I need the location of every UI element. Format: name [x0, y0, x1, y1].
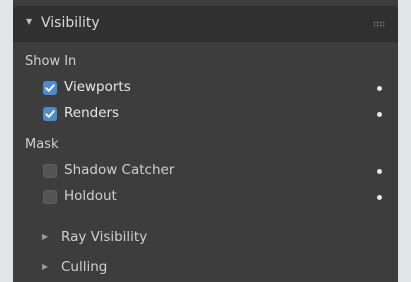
viewports-label: Viewports	[64, 79, 131, 95]
ray-visibility-subpanel[interactable]: ▶ Ray Visibility	[42, 229, 292, 249]
expand-arrow-icon[interactable]: ▶	[42, 232, 48, 241]
renders-label: Renders	[64, 105, 120, 121]
panel-header[interactable]: ▼ Visibility	[13, 6, 398, 42]
visibility-panel: ▼ Visibility Show In Viewports Renders M…	[13, 0, 398, 282]
keyframe-dot-icon[interactable]	[377, 195, 382, 200]
expand-arrow-icon[interactable]: ▶	[42, 262, 48, 271]
holdout-checkbox[interactable]	[43, 190, 57, 204]
viewports-checkbox[interactable]	[43, 81, 57, 95]
collapse-triangle-icon[interactable]: ▼	[26, 17, 32, 26]
renders-checkbox-row[interactable]: Renders	[43, 105, 388, 125]
shadow-catcher-checkbox[interactable]	[43, 164, 57, 178]
checkmark-icon	[45, 110, 55, 118]
culling-subpanel[interactable]: ▶ Culling	[42, 259, 292, 279]
checkmark-icon	[45, 84, 55, 92]
shadow-catcher-checkbox-row[interactable]: Shadow Catcher	[43, 162, 388, 182]
shadow-catcher-label: Shadow Catcher	[64, 162, 175, 178]
mask-label: Mask	[25, 137, 59, 152]
viewports-checkbox-row[interactable]: Viewports	[43, 79, 388, 99]
culling-label: Culling	[61, 259, 108, 275]
holdout-label: Holdout	[64, 188, 117, 204]
keyframe-dot-icon[interactable]	[377, 86, 382, 91]
holdout-checkbox-row[interactable]: Holdout	[43, 188, 388, 208]
drag-grip-icon[interactable]	[373, 21, 385, 28]
show-in-label: Show In	[25, 54, 77, 69]
keyframe-dot-icon[interactable]	[377, 112, 382, 117]
keyframe-dot-icon[interactable]	[377, 169, 382, 174]
ray-visibility-label: Ray Visibility	[61, 229, 148, 245]
panel-title: Visibility	[41, 15, 100, 31]
renders-checkbox[interactable]	[43, 107, 57, 121]
